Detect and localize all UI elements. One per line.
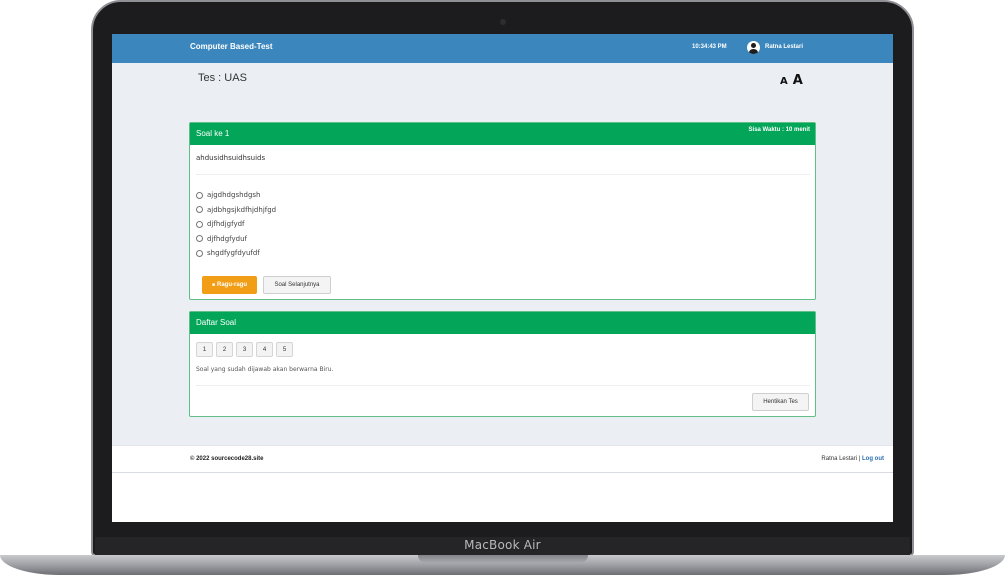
app-title[interactable]: Computer Based-Test: [190, 42, 273, 51]
question-number: Soal ke 1: [196, 129, 230, 138]
question-number-button[interactable]: 4: [256, 342, 273, 357]
question-panel-header: Soal ke 1 Sisa Waktu : 10 menit: [190, 123, 815, 145]
clock: 10:34:43 PM: [692, 44, 727, 50]
square-icon: ■: [211, 282, 216, 288]
test-title: Tes : UAS: [198, 72, 247, 84]
footer-user-name: Ratna Lestari: [821, 456, 858, 462]
option-label: ajgdhdgshdgsh: [207, 191, 261, 200]
webcam-icon: [500, 19, 506, 25]
radio-button[interactable]: [196, 249, 203, 257]
question-number-button[interactable]: 3: [236, 342, 253, 357]
divider: [196, 174, 810, 175]
option-label: ajdbhgsjkdfhjdhjfgd: [207, 205, 277, 214]
answered-hint: Soal yang sudah dijawab akan berwarna Bi…: [196, 366, 334, 373]
remaining-time: Sisa Waktu : 10 menit: [748, 127, 810, 133]
answer-options: ajgdhdgshdgsh ajdbhgsjkdfhjdhjfgd djfhdj…: [196, 188, 276, 261]
user-menu[interactable]: Ratna Lestari: [747, 40, 803, 54]
footer-user: Ratna Lestari | Log out: [821, 456, 884, 462]
question-text: ahdusidhsuidhsuids: [196, 154, 266, 162]
font-decrease-button[interactable]: A: [780, 76, 788, 87]
stop-test-button[interactable]: Hentikan Tes: [752, 393, 809, 411]
answer-option[interactable]: djfhdjgfydf: [196, 217, 276, 232]
font-size-controls: A A: [780, 73, 803, 88]
question-panel: Soal ke 1 Sisa Waktu : 10 menit ahdusidh…: [189, 122, 816, 300]
copyright: © 2022 sourcecode28.site: [190, 456, 264, 462]
font-increase-button[interactable]: A: [793, 73, 803, 88]
answer-option[interactable]: ajgdhdgshdgsh: [196, 188, 276, 203]
question-list-panel: Daftar Soal 1 2 3 4 5 Soal yang sudah di…: [189, 311, 816, 417]
laptop-brand-label: MacBook Air: [464, 538, 541, 552]
radio-button[interactable]: [196, 206, 203, 214]
divider: [196, 385, 810, 386]
question-number-button[interactable]: 5: [276, 342, 293, 357]
question-number-button[interactable]: 1: [196, 342, 213, 357]
user-name: Ratna Lestari: [765, 44, 804, 50]
option-label: djfhdgfyduf: [207, 234, 248, 243]
question-number-list: 1 2 3 4 5: [196, 342, 293, 357]
doubt-button-label: Ragu-ragu: [217, 282, 248, 288]
page-footer: © 2022 sourcecode28.site Ratna Lestari |…: [112, 445, 893, 473]
answer-option[interactable]: djfhdgfyduf: [196, 232, 276, 247]
radio-button[interactable]: [196, 220, 203, 228]
doubt-button[interactable]: ■ Ragu-ragu: [202, 276, 257, 294]
question-number-button[interactable]: 2: [216, 342, 233, 357]
main-content: Tes : UAS A A Soal ke 1 Sisa Waktu : 10 …: [112, 63, 893, 445]
radio-button[interactable]: [196, 191, 203, 199]
laptop-opening-notch: [418, 555, 588, 563]
question-list-header: Daftar Soal: [190, 312, 815, 334]
user-avatar-icon: [747, 40, 760, 54]
top-navbar: Computer Based-Test 10:34:43 PM Ratna Le…: [112, 34, 893, 63]
logout-link[interactable]: Log out: [862, 456, 884, 462]
browser-screen: Computer Based-Test 10:34:43 PM Ratna Le…: [112, 34, 893, 522]
question-list-title: Daftar Soal: [196, 318, 237, 327]
radio-button[interactable]: [196, 235, 203, 243]
option-label: djfhdjgfydf: [207, 220, 245, 229]
answer-option[interactable]: ajdbhgsjkdfhjdhjfgd: [196, 203, 276, 218]
option-label: shgdfygfdyufdf: [207, 249, 260, 258]
next-question-button[interactable]: Soal Selanjutnya: [263, 276, 331, 294]
answer-option[interactable]: shgdfygfdyufdf: [196, 246, 276, 261]
